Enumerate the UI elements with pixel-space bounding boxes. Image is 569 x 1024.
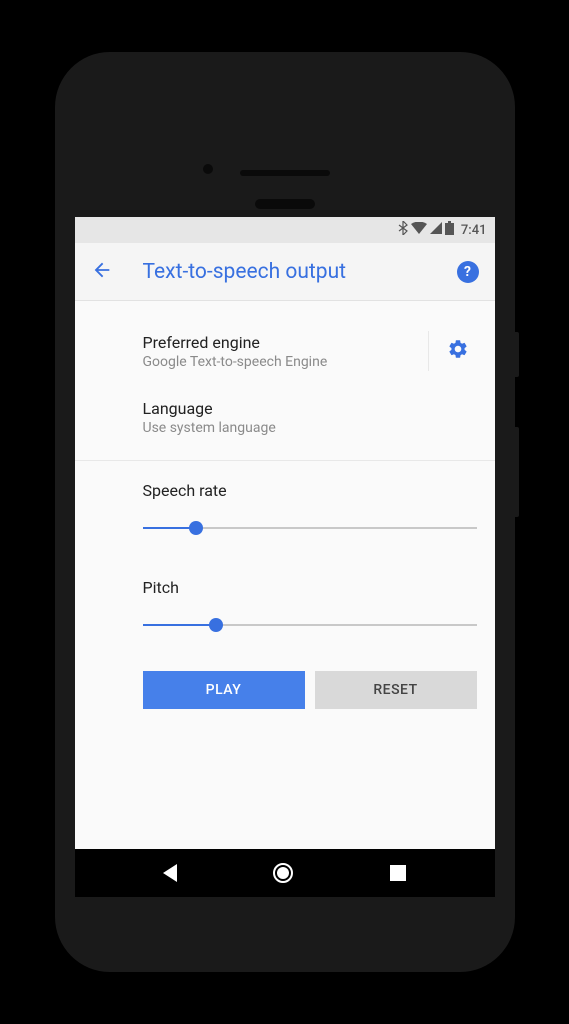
- language-subtitle: Use system language: [143, 420, 477, 436]
- phone-volume-button: [515, 427, 519, 517]
- button-row: PLAY RESET: [75, 655, 495, 725]
- status-bar: 7:41: [75, 217, 495, 243]
- slider-fill: [143, 527, 196, 529]
- slider-thumb[interactable]: [189, 521, 203, 535]
- language-row[interactable]: Language Use system language: [75, 385, 495, 450]
- gear-icon: [447, 338, 469, 364]
- preferred-engine-row[interactable]: Preferred engine Google Text-to-speech E…: [75, 317, 495, 385]
- status-time: 7:41: [461, 223, 487, 238]
- pitch-label: Pitch: [143, 578, 477, 597]
- nav-recent-icon[interactable]: [390, 865, 406, 881]
- phone-speaker: [255, 199, 315, 209]
- cellular-icon: [430, 222, 442, 238]
- bluetooth-icon: [398, 221, 408, 239]
- nav-back-icon[interactable]: [163, 864, 177, 882]
- pitch-slider[interactable]: [143, 615, 477, 635]
- preferred-engine-subtitle: Google Text-to-speech Engine: [143, 354, 428, 370]
- phone-power-button: [515, 332, 519, 377]
- screen: 7:41 Text-to-speech output ? Preferred e…: [75, 217, 495, 897]
- reset-button[interactable]: RESET: [315, 671, 477, 709]
- navigation-bar: [75, 849, 495, 897]
- play-button[interactable]: PLAY: [143, 671, 305, 709]
- phone-frame: 7:41 Text-to-speech output ? Preferred e…: [55, 52, 515, 972]
- back-arrow-icon[interactable]: [91, 259, 113, 285]
- speech-rate-slider[interactable]: [143, 518, 477, 538]
- help-icon[interactable]: ?: [457, 261, 479, 283]
- speech-rate-label: Speech rate: [143, 481, 477, 500]
- preferred-engine-text: Preferred engine Google Text-to-speech E…: [93, 333, 428, 370]
- battery-icon: [445, 221, 454, 239]
- app-bar: Text-to-speech output ?: [75, 243, 495, 301]
- wifi-icon: [411, 222, 427, 238]
- content-area: Preferred engine Google Text-to-speech E…: [75, 301, 495, 849]
- language-title: Language: [143, 399, 477, 418]
- preferred-engine-title: Preferred engine: [143, 333, 428, 352]
- phone-sensor-slot: [240, 170, 330, 176]
- pitch-section: Pitch: [75, 558, 495, 655]
- engine-settings-button[interactable]: [428, 331, 477, 371]
- page-title: Text-to-speech output: [143, 260, 457, 284]
- slider-fill: [143, 624, 216, 626]
- language-text: Language Use system language: [93, 399, 477, 436]
- speech-rate-section: Speech rate: [75, 461, 495, 558]
- slider-thumb[interactable]: [209, 618, 223, 632]
- phone-camera-dot: [203, 164, 213, 174]
- nav-home-icon[interactable]: [273, 863, 293, 883]
